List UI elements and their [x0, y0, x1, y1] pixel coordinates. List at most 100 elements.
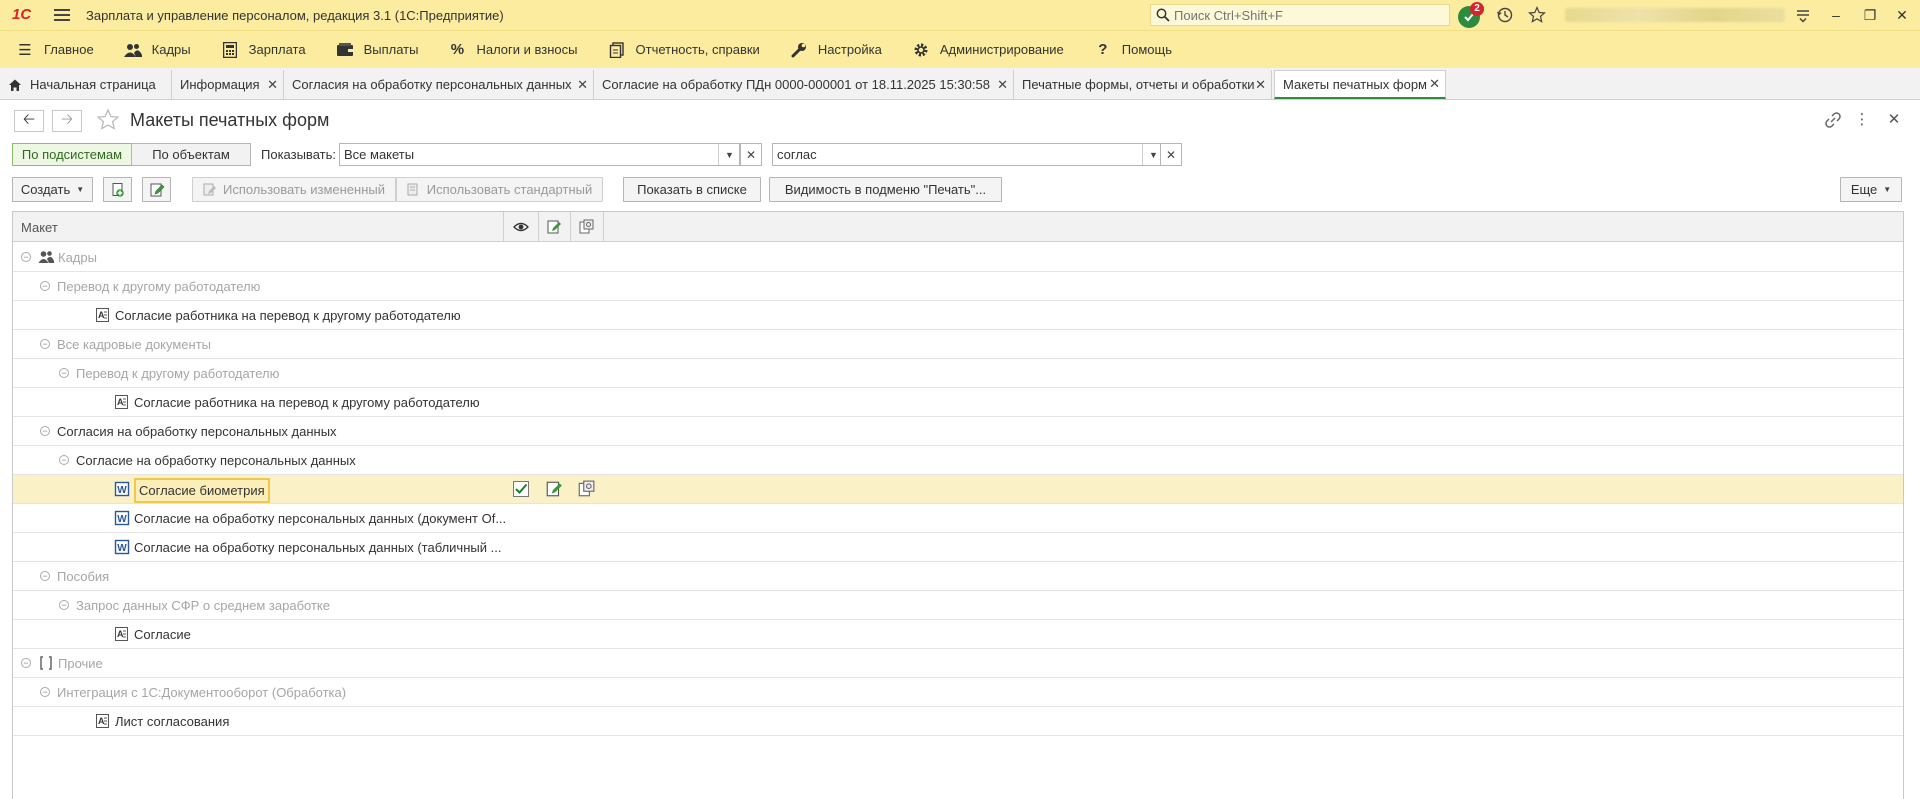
- tab-home[interactable]: Начальная страница: [0, 70, 172, 99]
- print-settings-icon[interactable]: [577, 480, 595, 498]
- word-icon: W: [114, 539, 130, 555]
- table-row[interactable]: − Перевод к другому работодателю: [13, 359, 1903, 388]
- table-row[interactable]: W Согласие биометрия: [13, 475, 1903, 504]
- restore-button[interactable]: ❐: [1860, 5, 1880, 25]
- global-search[interactable]: [1150, 4, 1450, 26]
- use-standard-button[interactable]: Использовать стандартный: [396, 177, 603, 202]
- arrow-left-icon: 🡠: [22, 110, 36, 128]
- mode-objects-button[interactable]: По объектам: [131, 143, 251, 166]
- people-icon: [38, 249, 54, 265]
- table-row[interactable]: − Пособия: [13, 562, 1903, 591]
- link-icon[interactable]: [1823, 110, 1843, 130]
- mode-subsystems-button[interactable]: По подсистемам: [12, 143, 132, 166]
- dropdown-arrow-icon[interactable]: ▼: [718, 144, 740, 165]
- collapse-toggle-icon[interactable]: −: [40, 281, 50, 291]
- tab-close-icon[interactable]: ✕: [997, 77, 1008, 93]
- tab-close-icon[interactable]: ✕: [267, 77, 278, 93]
- tab-close-icon[interactable]: ✕: [577, 77, 588, 93]
- table-row[interactable]: − Кадры: [13, 243, 1903, 272]
- eye-icon[interactable]: [513, 219, 529, 235]
- back-button[interactable]: 🡠: [14, 110, 44, 132]
- history-icon[interactable]: [1496, 6, 1514, 24]
- show-in-list-button[interactable]: Показать в списке: [623, 177, 761, 202]
- table-row[interactable]: W Согласие на обработку персональных данн…: [13, 533, 1903, 562]
- table-row[interactable]: − Перевод к другому работодателю: [13, 272, 1903, 301]
- tab-close-icon[interactable]: ✕: [1429, 76, 1440, 92]
- section-taxes[interactable]: % Налоги и взносы: [432, 31, 591, 69]
- close-window-button[interactable]: ✕: [1892, 5, 1912, 25]
- collapse-toggle-icon[interactable]: −: [21, 252, 31, 262]
- edit-pencil-icon[interactable]: [545, 480, 563, 498]
- table-row[interactable]: − Интеграция с 1С:Документооборот (Обрабо…: [13, 678, 1903, 707]
- table-row[interactable]: A Лист согласования: [13, 707, 1903, 736]
- percent-icon: %: [450, 41, 465, 58]
- show-filter-input[interactable]: [340, 144, 710, 165]
- section-reports[interactable]: Отчетность, справки: [592, 31, 774, 69]
- templates-tree-table[interactable]: Макет − Кадры − Перевод к другому работодат…: [12, 211, 1904, 799]
- more-vertical-icon[interactable]: ⋮: [1852, 110, 1872, 130]
- use-modified-label: Использовать измененный: [222, 182, 386, 197]
- tab-consents-list[interactable]: Согласия на обработку персональных данны…: [284, 70, 594, 99]
- visibility-checkbox[interactable]: [512, 480, 530, 498]
- collapse-toggle-icon[interactable]: −: [40, 571, 50, 581]
- main-menu-icon[interactable]: [54, 9, 70, 21]
- collapse-toggle-icon[interactable]: −: [59, 368, 69, 378]
- section-administration[interactable]: Администрирование: [896, 31, 1078, 69]
- close-form-icon[interactable]: ✕: [1884, 110, 1904, 130]
- section-hr[interactable]: Кадры: [108, 31, 205, 69]
- collapse-toggle-icon[interactable]: −: [59, 455, 69, 465]
- table-row[interactable]: − Согласие на обработку персональных данн…: [13, 446, 1903, 475]
- favorites-star-icon[interactable]: [1528, 6, 1546, 24]
- tab-print-templates[interactable]: Макеты печатных форм ✕: [1274, 70, 1446, 99]
- table-row[interactable]: W Согласие на обработку персональных данн…: [13, 504, 1903, 533]
- use-modified-button[interactable]: Использовать измененный: [192, 177, 396, 202]
- collapse-toggle-icon[interactable]: −: [21, 658, 31, 668]
- row-label: Прочие: [58, 656, 103, 671]
- print-settings-icon[interactable]: [578, 219, 594, 235]
- create-button[interactable]: Создать ▼: [12, 177, 93, 202]
- collapse-toggle-icon[interactable]: −: [59, 600, 69, 610]
- table-row[interactable]: A Согласие работника на перевод к другому…: [13, 301, 1903, 330]
- table-row[interactable]: − Прочие: [13, 649, 1903, 678]
- tab-information[interactable]: Информация ✕: [172, 70, 284, 99]
- question-icon: ?: [1098, 41, 1108, 58]
- forward-button[interactable]: 🡢: [52, 110, 82, 132]
- settings-lines-icon[interactable]: [1794, 6, 1812, 24]
- table-row[interactable]: − Согласия на обработку персональных данн…: [13, 417, 1903, 446]
- search-filter-clear-icon[interactable]: ✕: [1160, 143, 1182, 166]
- search-filter-input[interactable]: [773, 144, 1133, 165]
- favorite-star-icon[interactable]: [96, 108, 120, 132]
- notifications-button[interactable]: 2: [1458, 2, 1484, 28]
- tab-close-icon[interactable]: ✕: [1255, 77, 1266, 93]
- column-template[interactable]: Макет: [21, 220, 58, 235]
- minimize-button[interactable]: –: [1826, 5, 1846, 25]
- section-help[interactable]: ? Помощь: [1078, 31, 1186, 69]
- global-search-input[interactable]: [1174, 7, 1434, 23]
- tab-consent-document[interactable]: Согласие на обработку ПДн 0000-000001 от…: [594, 70, 1014, 99]
- section-payments[interactable]: Выплаты: [320, 31, 433, 69]
- table-row[interactable]: − Запрос данных СФР о среднем заработке: [13, 591, 1903, 620]
- section-label: Настройка: [817, 42, 882, 57]
- table-row[interactable]: A Согласие работника на перевод к другому…: [13, 388, 1903, 417]
- section-settings[interactable]: Настройка: [774, 31, 896, 69]
- edit-pencil-icon[interactable]: [546, 219, 562, 235]
- section-label: Главное: [44, 42, 94, 57]
- edit-template-button[interactable]: [142, 177, 171, 202]
- collapse-toggle-icon[interactable]: −: [40, 426, 50, 436]
- section-salary[interactable]: Зарплата: [205, 31, 320, 69]
- table-row[interactable]: A Согласие: [13, 620, 1903, 649]
- show-filter-clear-icon[interactable]: ✕: [740, 143, 762, 166]
- svg-text:A: A: [98, 310, 105, 320]
- print-submenu-visibility-button[interactable]: Видимость в подменю "Печать"...: [769, 177, 1002, 202]
- search-filter-combo[interactable]: ▼: [772, 143, 1164, 166]
- collapse-toggle-icon[interactable]: −: [40, 687, 50, 697]
- more-button[interactable]: Еще ▼: [1840, 177, 1902, 202]
- section-main[interactable]: ☰ Главное: [0, 31, 108, 69]
- show-filter-combo[interactable]: ▼: [339, 143, 740, 166]
- collapse-toggle-icon[interactable]: −: [40, 339, 50, 349]
- row-label: Согласие работника на перевод к другому …: [134, 395, 480, 410]
- copy-template-button[interactable]: [103, 177, 132, 202]
- tab-print-forms[interactable]: Печатные формы, отчеты и обработки ✕: [1014, 70, 1272, 99]
- table-row[interactable]: − Все кадровые документы: [13, 330, 1903, 359]
- caret-down-icon: ▼: [76, 185, 85, 194]
